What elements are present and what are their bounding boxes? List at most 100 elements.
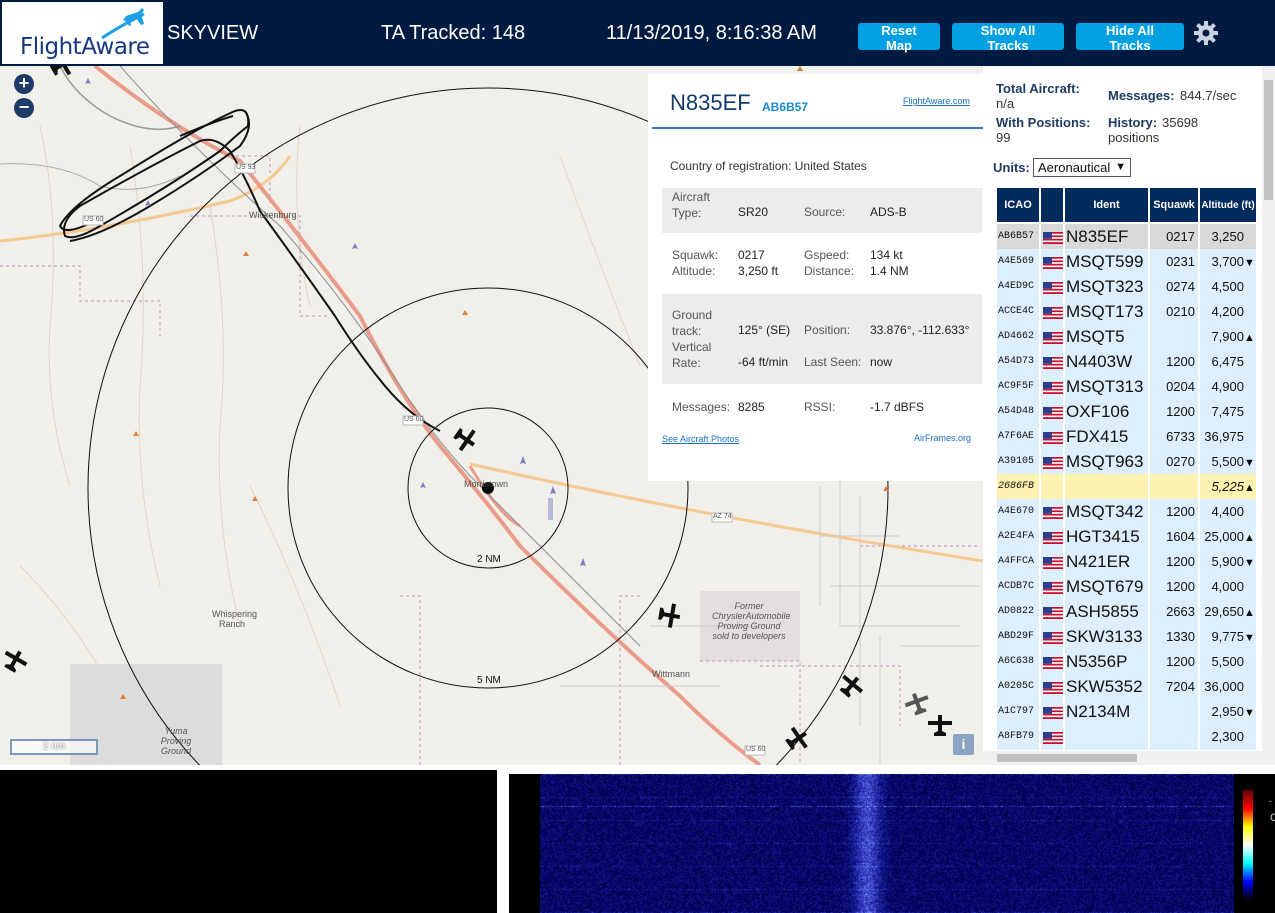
airframes-link[interactable]: AirFrames.org: [914, 433, 971, 443]
zoom-out-button[interactable]: −: [14, 98, 34, 118]
cell-flag: [1041, 399, 1063, 424]
cell-icao: A39105: [997, 449, 1039, 474]
aircraft-type-value: SR20: [738, 205, 769, 219]
cell-altitude: 36,975: [1200, 424, 1256, 449]
cell-icao: A8FB79: [997, 724, 1039, 749]
column-header-icao[interactable]: ICAO: [997, 188, 1039, 224]
cell-flag: [1041, 649, 1063, 674]
table-row[interactable]: A6C638 N5356P 1200 5,500: [997, 649, 1256, 674]
label-az74: AZ 74: [713, 513, 732, 520]
cell-squawk: 1200: [1150, 649, 1198, 674]
us-flag-icon: [1043, 504, 1063, 519]
cell-altitude: 4,500: [1200, 274, 1256, 299]
table-row[interactable]: A4ED9C MSQT323 0274 4,500: [997, 274, 1256, 299]
us-flag-icon: [1043, 654, 1063, 669]
us-flag-icon: [1043, 279, 1063, 294]
popup-icao: AB6B57: [762, 100, 809, 114]
reset-map-button[interactable]: Reset Map: [858, 23, 940, 53]
us-flag-icon: [1043, 679, 1063, 694]
cell-flag: [1041, 449, 1063, 474]
table-row[interactable]: A1C797 N2134M 2,950▼: [997, 699, 1256, 724]
table-row[interactable]: A7F6AE FDX415 6733 36,975: [997, 424, 1256, 449]
table-row[interactable]: A8FB79 2,300: [997, 724, 1256, 749]
cell-flag: [1041, 224, 1063, 249]
altitude-value: 4,400: [1211, 504, 1244, 519]
scrollbar-thumb[interactable]: [1264, 80, 1273, 200]
map-info-button[interactable]: i: [953, 734, 974, 755]
aircraft-table[interactable]: ICAO Ident Squawk Altitude (ft) AB6B57 N8…: [995, 188, 1260, 750]
altitude-trend-icon: ▼: [1244, 707, 1255, 719]
aircraft-type-label: Aircraft Type:: [672, 190, 711, 220]
label-former-proving-ground: Former ChryslerAutomobile Proving Ground…: [712, 601, 791, 641]
cell-icao: ABD29F: [997, 624, 1039, 649]
column-header-flag[interactable]: [1041, 188, 1063, 224]
cell-icao: 2686FB: [997, 474, 1039, 499]
show-all-tracks-button[interactable]: Show All Tracks: [952, 23, 1064, 53]
table-row[interactable]: A39105 MSQT963 0270 5,500▼: [997, 449, 1256, 474]
flightaware-logo[interactable]: FlightAware: [2, 2, 163, 64]
table-row[interactable]: AB6B57 N835EF 0217 3,250: [997, 224, 1256, 249]
tracked-count: TA Tracked: 148: [381, 22, 526, 44]
cell-icao: AC9F5F: [997, 374, 1039, 399]
horizontal-scrollbar[interactable]: [983, 751, 1275, 765]
table-row[interactable]: A4E670 MSQT342 1200 4,400: [997, 499, 1256, 524]
table-row[interactable]: A0205C SKW5352 7204 36,000: [997, 674, 1256, 699]
table-row[interactable]: AC9F5F MSQT313 0204 4,900: [997, 374, 1256, 399]
table-row[interactable]: AD4662 MSQT5 7,900▲: [997, 324, 1256, 349]
column-header-ident[interactable]: Ident: [1065, 188, 1148, 224]
spectrum-panel: - C: [509, 774, 1275, 913]
table-row[interactable]: ABD29F SKW3133 1330 9,775▼: [997, 624, 1256, 649]
gear-icon[interactable]: [1193, 20, 1219, 46]
sidebar: Total Aircraft: n/a Messages: 844.7/sec …: [983, 66, 1275, 765]
vertical-scrollbar[interactable]: [1262, 66, 1275, 751]
table-row[interactable]: AD0822 ASH5855 2663 29,650▲: [997, 599, 1256, 624]
cell-altitude: 2,400▲: [1200, 749, 1256, 750]
cell-ident: FDX415: [1065, 424, 1148, 449]
country-label: Country of registration:: [670, 159, 792, 173]
cell-squawk: 2663: [1150, 599, 1198, 624]
table-row[interactable]: A54D48 OXF106 1200 7,475: [997, 399, 1256, 424]
table-row[interactable]: A4E569 MSQT599 0231 3,700▼: [997, 249, 1256, 274]
table-row[interactable]: A4FFCA N421ER 1200 5,900▼: [997, 549, 1256, 574]
popup-section-aircraft: Aircraft Type: SR20 Source: ADS-B: [662, 188, 982, 233]
units-label: Units:: [993, 160, 1030, 175]
cell-icao: ACDB7C: [997, 574, 1039, 599]
column-header-squawk[interactable]: Squawk: [1150, 188, 1198, 224]
last-seen-value: now: [870, 355, 893, 369]
cell-icao: AD4662: [997, 324, 1039, 349]
cell-flag: [1041, 324, 1063, 349]
popup-divider: [652, 127, 983, 129]
table-row[interactable]: A2E4FA HGT3415 1604 25,000▲: [997, 524, 1256, 549]
table-row[interactable]: AC7ABA 2,400▲: [997, 749, 1256, 750]
cell-squawk: 1200: [1150, 349, 1198, 374]
aircraft-table-body: AB6B57 N835EF 0217 3,250 A4E569 MSQT599 0231 3,…: [997, 224, 1256, 750]
cell-icao: A6C638: [997, 649, 1039, 674]
cell-altitude: 4,000: [1200, 574, 1256, 599]
source-value: ADS-B: [870, 205, 907, 219]
table-row[interactable]: A54D73 N4403W 1200 6,475: [997, 349, 1256, 374]
clock: 11/13/2019, 8:16:38 AM: [606, 22, 817, 44]
altitude-value: 7,900: [1211, 329, 1244, 344]
units-select[interactable]: Aeronautical ▼: [1033, 158, 1131, 177]
label-yuma-proving-ground: Yuma Proving Ground: [160, 726, 192, 756]
label-wittmann: Wittmann: [652, 669, 691, 679]
scrollbar-thumb[interactable]: [997, 754, 1137, 762]
position-label: Position:: [804, 323, 851, 337]
cell-squawk: [1150, 474, 1198, 499]
scale-bar: 2 nm: [10, 739, 98, 755]
popup-section-squawk: Squawk: 0217 Altitude: 3,250 ft Gspeed: …: [662, 242, 982, 287]
table-row[interactable]: 2686FB 5,225▲: [997, 474, 1256, 499]
altitude-value: 25,000: [1204, 529, 1244, 544]
table-row[interactable]: ACCE4C MSQT173 0210 4,200: [997, 299, 1256, 324]
see-aircraft-photos-link[interactable]: See Aircraft Photos: [662, 434, 739, 444]
cell-altitude: 4,200: [1200, 299, 1256, 324]
flightaware-link[interactable]: FlightAware.com: [903, 96, 970, 106]
zoom-in-button[interactable]: +: [14, 74, 34, 94]
cell-altitude: 6,475: [1200, 349, 1256, 374]
column-header-altitude[interactable]: Altitude (ft): [1200, 188, 1256, 224]
table-row[interactable]: ACDB7C MSQT679 1200 4,000: [997, 574, 1256, 599]
label-whispering-ranch: Whispering Ranch: [212, 609, 258, 629]
hide-all-tracks-button[interactable]: Hide All Tracks: [1076, 23, 1184, 53]
cell-altitude: 2,300: [1200, 724, 1256, 749]
us-flag-icon: [1043, 604, 1063, 619]
